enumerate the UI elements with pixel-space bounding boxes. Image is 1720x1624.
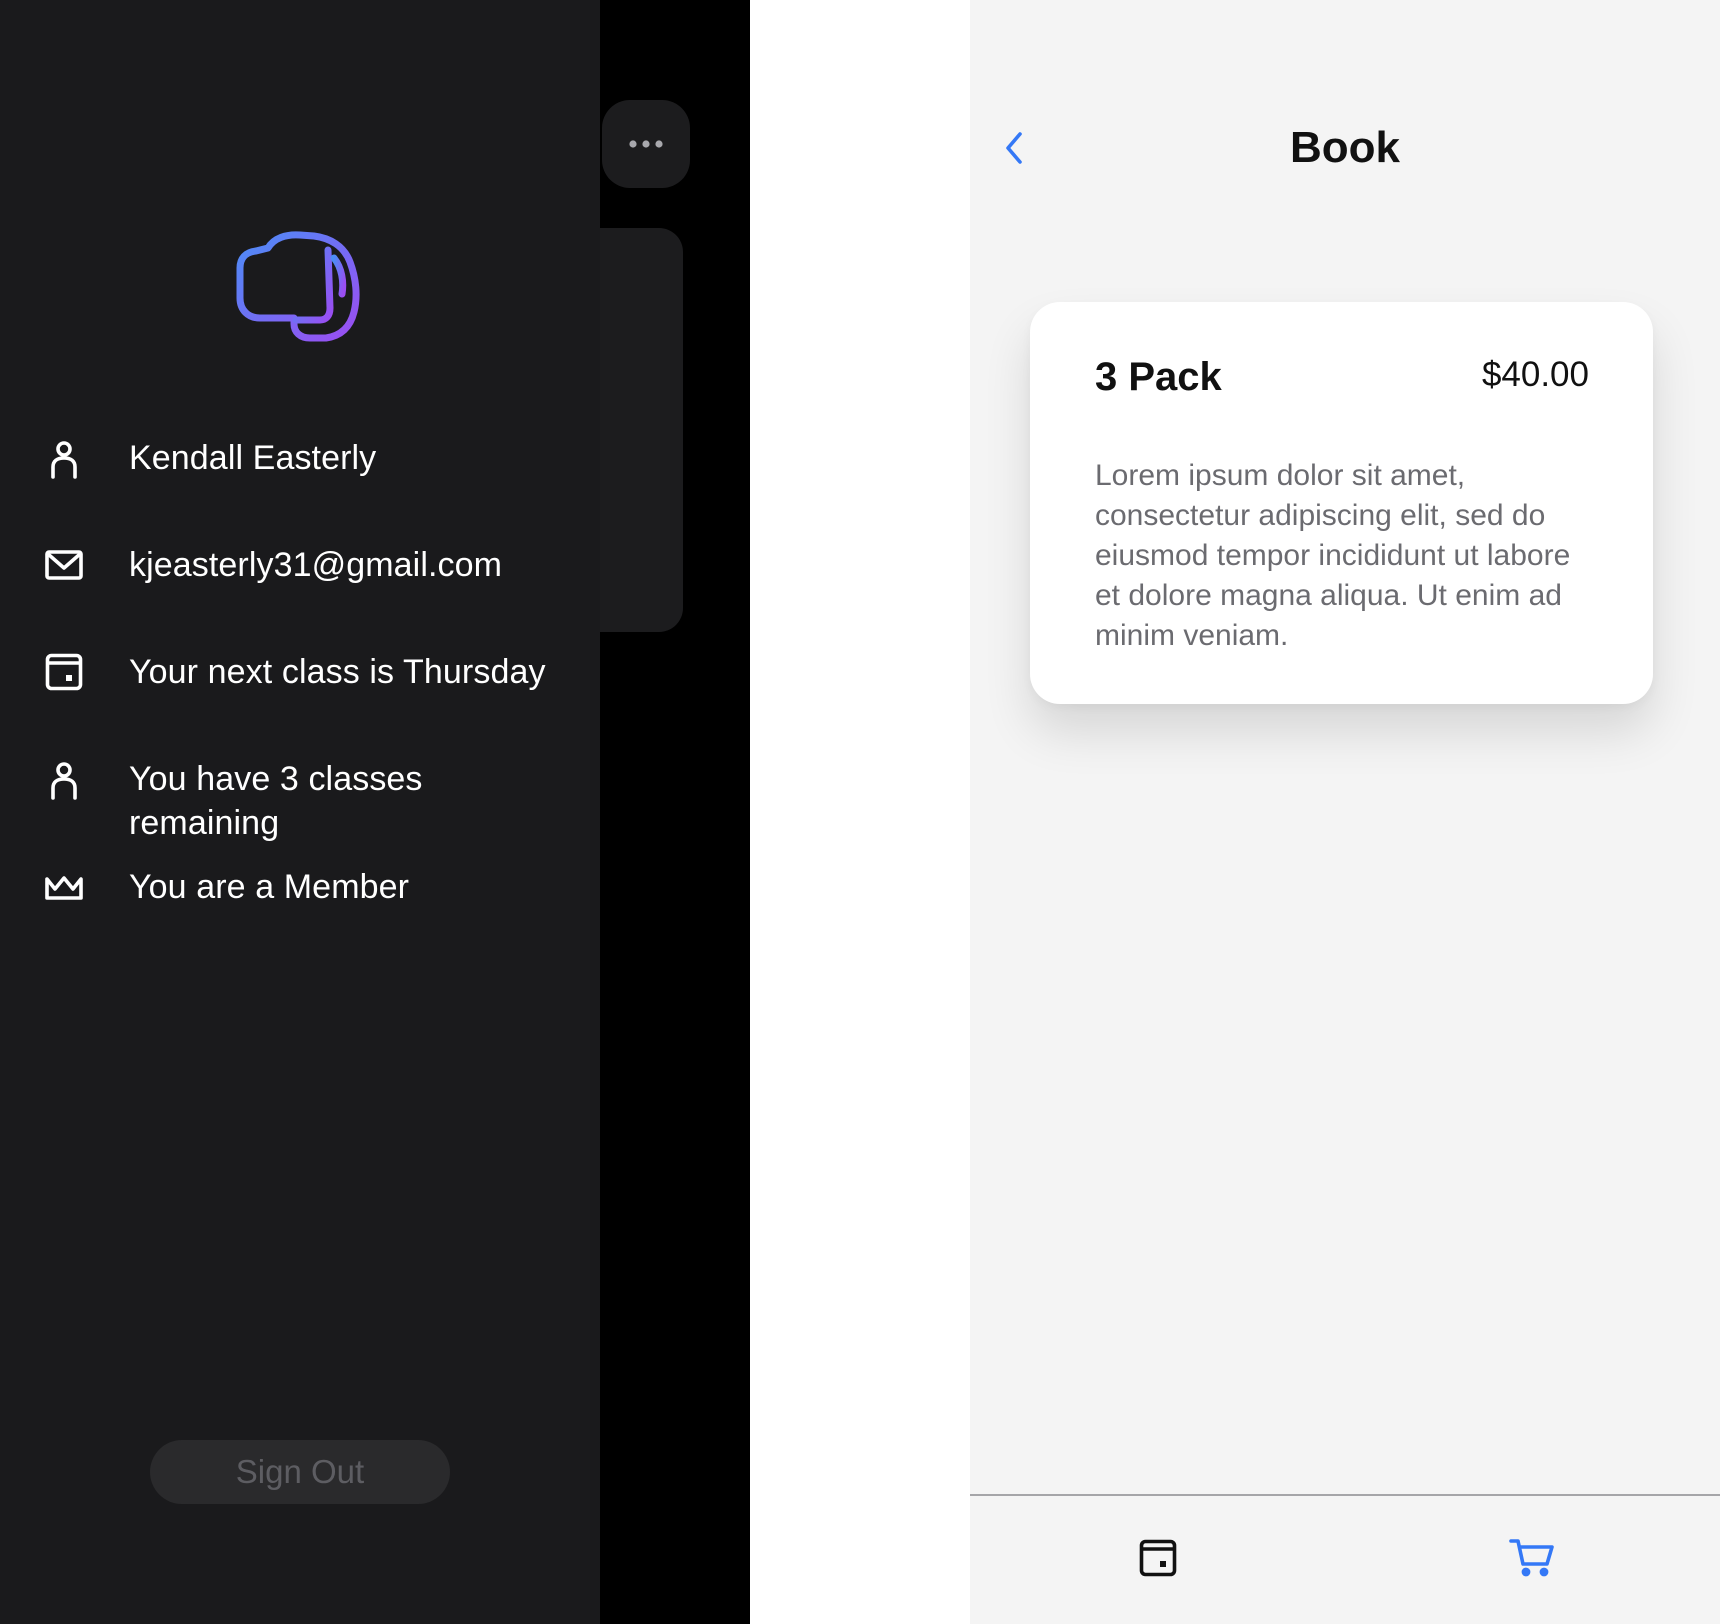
pack-description: Lorem ipsum dolor sit amet, consectetur … [1095,459,1571,652]
cart-icon [1509,1539,1554,1577]
sign-out-button[interactable]: Sign Out [150,1440,450,1504]
drawer-row-text: You are a Member [129,868,410,906]
profile-screen: Kendall Easterly kjeasterly31@gmail.com [0,0,750,1624]
crown-icon [44,867,84,907]
pack-card[interactable]: 3 Pack $40.00 Lorem ipsum dolor sit amet… [1030,302,1653,704]
more-button[interactable] [602,100,690,188]
person-icon [44,440,84,480]
drawer-row-text: kjeasterly31@gmail.com [129,546,503,584]
more-horizontal-icon [629,140,663,148]
pack-price: $40.00 [1481,355,1589,394]
tab-schedule[interactable] [1130,1530,1186,1586]
fist-bump-logo [230,224,370,346]
person-icon [44,761,84,801]
page-title: Book [1290,123,1400,172]
screens-root: Kendall Easterly kjeasterly31@gmail.com [0,0,1720,1624]
book-screen: Book 3 Pack $40.00 Lorem ipsum dolor sit… [970,0,1720,1624]
tab-cart[interactable] [1504,1530,1560,1586]
tab-bar [970,1494,1720,1624]
pack-name: 3 Pack [1095,355,1222,399]
calendar-icon [1139,1539,1177,1577]
calendar-icon [44,652,84,692]
side-drawer: Kendall Easterly kjeasterly31@gmail.com [0,0,600,1624]
drawer-row-text: You have 3 classes remaining [129,760,423,842]
mail-icon [44,545,84,585]
drawer-row-text: Kendall Easterly [129,439,377,477]
drawer-row-text: Your next class is Thursday [129,653,546,691]
